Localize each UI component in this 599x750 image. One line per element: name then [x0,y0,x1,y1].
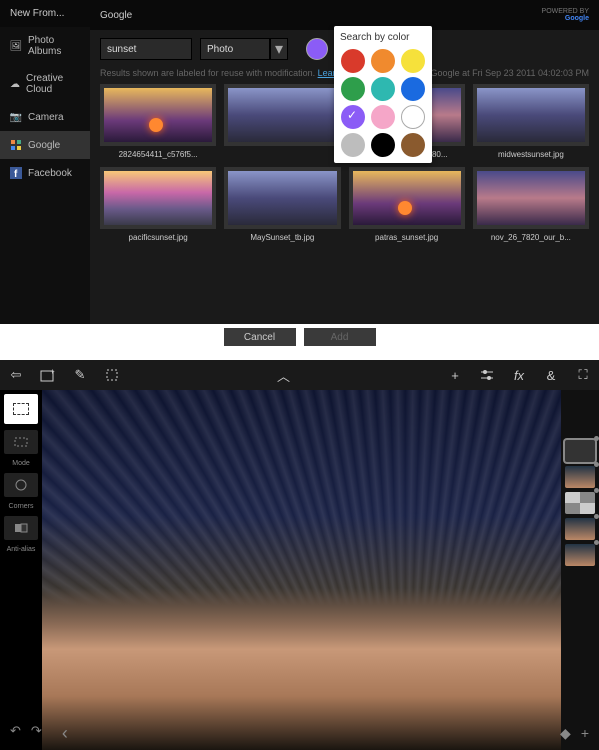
layer-thumb[interactable] [565,518,595,540]
antialias-label: Anti-alias [7,546,36,553]
result-thumb[interactable]: MaySunset_tb.jpg [224,167,340,242]
color-swatch[interactable] [341,77,365,101]
result-thumb[interactable] [224,84,340,159]
results-info: Results shown are labeled for reuse with… [100,68,364,78]
brush-icon[interactable]: ✎ [72,367,88,383]
result-thumb[interactable]: nov_26_7820_our_b... [473,167,589,242]
cancel-button[interactable]: Cancel [224,328,296,346]
corners-label: Corners [9,503,34,510]
color-swatch[interactable] [341,133,365,157]
add-layer-icon[interactable]: + [581,725,589,742]
result-thumb[interactable]: pacificsunset.jpg [100,167,216,242]
editor-app: ⇦ + ✎ ︿ + fx & ⛶ Mode Corners Anti-alias… [0,360,599,750]
powered-by: POWERED BY Google [542,8,589,22]
marquee-tool[interactable] [4,394,38,424]
sidebar-item-facebook[interactable]: f Facebook [0,159,90,187]
lasso-tool[interactable] [4,430,38,454]
crop-icon[interactable] [104,367,120,383]
color-swatch[interactable] [401,49,425,73]
layer-thumb[interactable] [565,466,595,488]
plus-icon[interactable]: + [447,367,463,383]
canvas[interactable] [42,390,561,750]
layers-strip [561,390,599,750]
color-swatch[interactable] [341,49,365,73]
fullscreen-icon[interactable]: ⛶ [575,367,591,383]
layer-thumb[interactable] [565,492,595,514]
type-select[interactable]: Photo [200,38,270,60]
cloud-icon: ☁ [10,78,20,90]
redo-icon[interactable]: ↷ [31,723,42,744]
source-title: Google [100,10,132,21]
color-swatch[interactable] [341,105,365,129]
fx-icon[interactable]: fx [511,367,527,383]
layer-thumb[interactable] [565,440,595,462]
add-button[interactable]: Add [304,328,376,346]
layers-icon[interactable]: ◆ [560,725,571,742]
color-search-popup: Search by color [334,26,432,163]
layer-thumb[interactable] [565,544,595,566]
photos-icon: 🖼 [10,40,22,52]
mode-label: Mode [12,460,30,467]
color-swatch[interactable] [371,49,395,73]
color-swatch[interactable] [371,133,395,157]
result-thumb[interactable]: midwestsunset.jpg [473,84,589,159]
camera-icon: 📷 [10,111,22,123]
sidebar-item-photo-albums[interactable]: 🖼 Photo Albums [0,27,90,65]
result-thumb[interactable]: 2824654411_c576f5... [100,84,216,159]
add-image-icon[interactable]: + [40,367,56,383]
color-swatch[interactable] [401,77,425,101]
undo-icon[interactable]: ↶ [10,723,21,744]
prev-icon[interactable]: ‹ [62,723,68,744]
left-toolbar: Mode Corners Anti-alias [0,390,42,553]
sidebar-item-camera[interactable]: 📷 Camera [0,103,90,131]
color-filter-button[interactable] [306,38,328,60]
color-swatch[interactable] [401,105,425,129]
sidebar-item-creative-cloud[interactable]: ☁ Creative Cloud [0,65,90,103]
result-thumb[interactable]: patras_sunset.jpg [349,167,465,242]
google-icon [10,139,22,151]
color-swatch[interactable] [401,133,425,157]
adjust-icon[interactable] [479,367,495,383]
back-icon[interactable]: ⇦ [8,367,24,383]
editor-toolbar: ⇦ + ✎ ︿ + fx & ⛶ [0,360,599,390]
svg-text:+: + [50,368,55,376]
antialias-toggle[interactable] [4,516,38,540]
ampersand-icon[interactable]: & [543,367,559,383]
sidebar-header: New From... [0,0,90,27]
source-sidebar: New From... 🖼 Photo Albums ☁ Creative Cl… [0,0,90,350]
facebook-icon: f [10,167,22,179]
type-dropdown-button[interactable]: ▾ [270,38,288,60]
corners-tool[interactable] [4,473,38,497]
color-swatch[interactable] [371,105,395,129]
color-swatch[interactable] [371,77,395,101]
color-popup-title: Search by color [340,32,426,43]
sidebar-item-google[interactable]: Google [0,131,90,159]
chevron-up-icon[interactable]: ︿ [276,367,292,383]
search-input[interactable] [100,38,192,60]
